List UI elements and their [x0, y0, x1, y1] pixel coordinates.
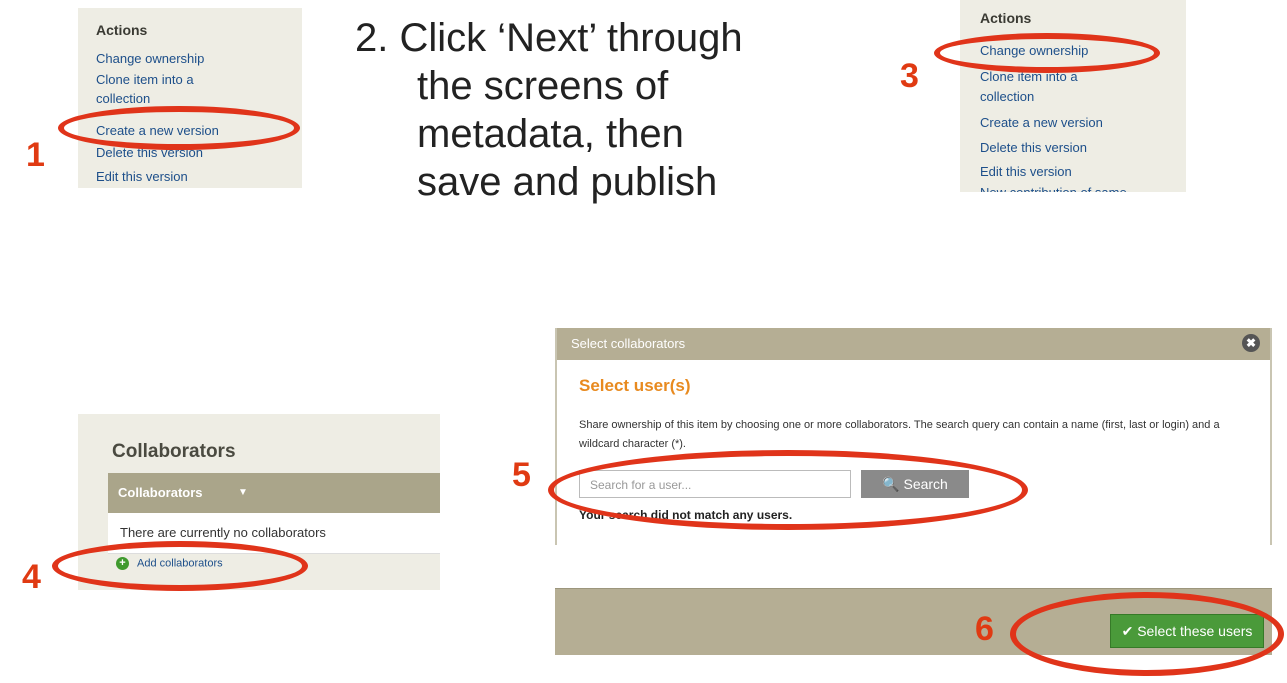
step-6-label: 6: [975, 610, 994, 648]
action-clone-collection[interactable]: collection: [96, 90, 150, 108]
no-match-message: Your search did not match any users.: [579, 508, 793, 522]
actions-heading: Actions: [980, 10, 1032, 26]
action-delete-version[interactable]: Delete this version: [980, 139, 1087, 157]
step-4-label: 4: [22, 558, 41, 596]
action-edit-version[interactable]: Edit this version: [980, 163, 1072, 181]
dialog-subtitle: Select user(s): [579, 376, 691, 395]
sort-arrow-icon[interactable]: ▼: [238, 487, 248, 498]
collaborators-column-label[interactable]: Collaborators: [118, 485, 203, 500]
collaborators-title: Collaborators: [112, 441, 236, 462]
select-collaborators-dialog: Select collaborators ✖ Select user(s) Sh…: [555, 328, 1272, 545]
collaborators-table-header[interactable]: Collaborators ▼: [108, 473, 440, 513]
action-clone-collection[interactable]: collection: [980, 88, 1034, 106]
dialog-header: Select collaborators ✖: [557, 328, 1270, 360]
instruction-line-3: metadata, then: [417, 112, 684, 156]
search-button[interactable]: 🔍 Search: [861, 470, 969, 498]
actions-panel-3: Actions Change ownership Clone item into…: [960, 0, 1186, 192]
add-collaborators-link[interactable]: + Add collaborators: [116, 557, 223, 570]
add-collaborators-label[interactable]: Add collaborators: [137, 557, 223, 569]
dialog-title: Select collaborators: [571, 336, 686, 351]
instruction-text: 2. Click ‘Next’ through the screens of m…: [355, 14, 743, 206]
instruction-line-1: 2. Click ‘Next’ through: [355, 16, 743, 60]
action-create-version[interactable]: Create a new version: [96, 122, 219, 140]
step-1-label: 1: [26, 136, 45, 174]
close-icon[interactable]: ✖: [1242, 334, 1260, 352]
step-5-label: 5: [512, 456, 531, 494]
collaborators-empty-row: There are currently no collaborators: [108, 513, 440, 554]
search-placeholder: Search for a user...: [590, 478, 692, 492]
action-delete-version[interactable]: Delete this version: [96, 144, 203, 162]
actions-panel-1: Actions Change ownership Clone item into…: [78, 8, 302, 188]
instruction-line-2: the screens of: [417, 64, 669, 108]
action-clone-item[interactable]: Clone item into a: [980, 68, 1078, 86]
action-edit-version[interactable]: Edit this version: [96, 168, 188, 186]
action-change-ownership[interactable]: Change ownership: [96, 50, 204, 68]
instruction-line-4: save and publish: [417, 160, 718, 204]
dialog-description: Share ownership of this item by choosing…: [579, 419, 1220, 450]
action-new-contribution[interactable]: New contribution of same: [980, 184, 1127, 192]
action-create-version[interactable]: Create a new version: [980, 114, 1103, 132]
step-3-label: 3: [900, 57, 919, 95]
empty-message: There are currently no collaborators: [120, 525, 326, 540]
add-circle-icon: +: [116, 557, 129, 570]
action-change-ownership[interactable]: Change ownership: [980, 42, 1088, 60]
collaborators-panel: Collaborators Collaborators ▼ There are …: [78, 414, 440, 590]
actions-heading: Actions: [96, 22, 148, 38]
select-these-users-button[interactable]: ✔ Select these users: [1110, 614, 1264, 648]
dialog-footer: ✔ Select these users: [555, 588, 1272, 655]
user-search-input[interactable]: Search for a user...: [579, 470, 851, 498]
action-clone-item[interactable]: Clone item into a: [96, 71, 194, 89]
